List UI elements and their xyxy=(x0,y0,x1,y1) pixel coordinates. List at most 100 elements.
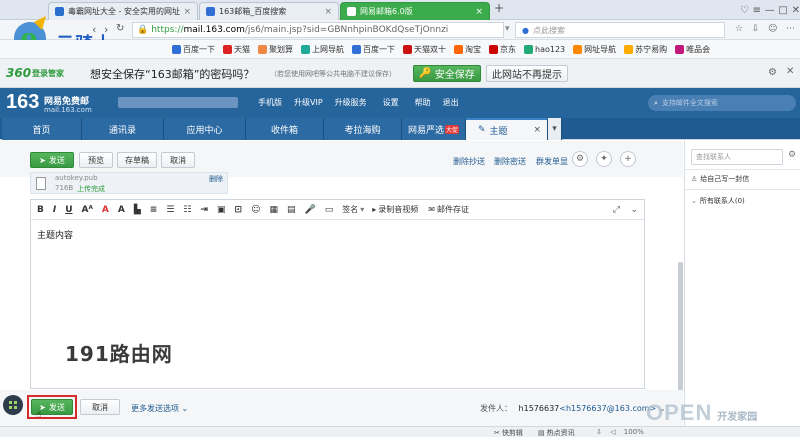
template-icon[interactable]: ▤ xyxy=(287,205,296,215)
expand-icon[interactable]: ⤢ xyxy=(613,205,620,215)
tab-home[interactable]: 首页 xyxy=(2,118,82,140)
header-link[interactable]: 升级服务 xyxy=(335,97,367,108)
dropdown-icon[interactable]: ▾ xyxy=(505,24,510,34)
header-link[interactable]: 退出 xyxy=(443,97,459,108)
scrollbar[interactable] xyxy=(678,262,683,392)
card-icon[interactable]: ▭ xyxy=(325,205,334,215)
more-icon[interactable]: ⋯ xyxy=(786,24,795,34)
unordered-list-icon[interactable]: ☷ xyxy=(183,205,191,215)
collapse-icon[interactable]: ⌄ xyxy=(630,205,638,215)
add-contact-icon[interactable]: + xyxy=(620,151,636,167)
maximize-icon[interactable]: □ xyxy=(778,5,787,16)
email-deposit-button[interactable]: 邮件存证 xyxy=(437,204,469,215)
message-editor[interactable]: B I U Aᴬ A A ▙ ≡ ☰ ☷ ⇥ ▣ ⊡ ☺ ▦ ▤ 🎤 ▭ 签名 … xyxy=(30,199,645,389)
bookmark-item[interactable]: 百度一下 xyxy=(172,44,215,55)
video-record-button[interactable]: 录制音视频 xyxy=(378,204,418,215)
bookmark-item[interactable]: 网址导航 xyxy=(573,44,616,55)
remove-bcc-link[interactable]: 删除密送 xyxy=(494,156,526,167)
tab-close-icon[interactable]: × xyxy=(324,7,332,17)
tab-contacts[interactable]: 通讯录 xyxy=(82,118,164,140)
clear-format-icon[interactable]: ▙ xyxy=(134,205,141,215)
indent-icon[interactable]: ⇥ xyxy=(200,205,208,215)
preview-button[interactable]: 预览 xyxy=(79,152,113,168)
bookmark-item[interactable]: 上网导航 xyxy=(301,44,344,55)
browser-tab-2[interactable]: 163邮箱_百度搜索 × xyxy=(199,2,339,20)
menu-icon[interactable]: ≡ xyxy=(753,5,761,16)
bookmark-item[interactable]: hao123 xyxy=(524,44,565,54)
bookmark-item[interactable]: 京东 xyxy=(489,44,516,55)
header-link[interactable]: 手机版 xyxy=(258,97,282,108)
ordered-list-icon[interactable]: ☰ xyxy=(166,205,174,215)
align-icon[interactable]: ≡ xyxy=(150,205,158,215)
shirt-icon[interactable]: ♡ xyxy=(740,5,749,16)
header-link[interactable]: 升级VIP xyxy=(294,97,323,108)
remove-cc-link[interactable]: 删除抄送 xyxy=(453,156,485,167)
browser-tab-3[interactable]: 网易邮箱6.0版 × xyxy=(340,2,490,20)
cancel-button[interactable]: 取消 xyxy=(161,152,195,168)
new-tab-button[interactable]: + xyxy=(494,1,504,15)
settings-gear-icon[interactable]: ⚙ xyxy=(788,150,796,160)
apps-grid-icon[interactable] xyxy=(3,395,23,415)
microphone-icon[interactable]: 🎤 xyxy=(305,205,316,215)
bookmark-item[interactable]: 苏宁易购 xyxy=(624,44,667,55)
write-self-link[interactable]: ♙ 给自己写一封信 xyxy=(691,174,749,184)
settings-icon[interactable]: ⚙ xyxy=(572,151,588,167)
header-link[interactable]: 设置 xyxy=(383,97,399,108)
bottom-cancel-button[interactable]: 取消 xyxy=(80,399,120,415)
bookmark-item[interactable]: 淘宝 xyxy=(454,44,481,55)
download-icon[interactable]: ⇩ xyxy=(752,24,760,34)
save-draft-button[interactable]: 存草稿 xyxy=(117,152,157,168)
zoom-level[interactable]: 100% xyxy=(624,428,644,436)
close-bar-icon[interactable]: ✕ xyxy=(786,66,794,77)
send-icon: ➤ xyxy=(39,155,46,165)
mail-search-input[interactable]: ⌕ 支持邮件全文搜索 xyxy=(648,95,796,111)
gear-icon[interactable]: ✦ xyxy=(596,151,612,167)
tab-compose-active[interactable]: ✎ 主题 × xyxy=(466,118,548,140)
tab-app-center[interactable]: 应用中心 xyxy=(164,118,246,140)
tab-inbox[interactable]: 收件箱 xyxy=(246,118,324,140)
bookmark-item[interactable]: 唯品会 xyxy=(675,44,710,55)
font-size-icon[interactable]: Aᴬ xyxy=(82,205,93,215)
attachment-delete-link[interactable]: 删除 xyxy=(209,174,223,184)
underline-icon[interactable]: U xyxy=(65,205,72,215)
write-self-label: 给自己写一封信 xyxy=(700,175,750,183)
tab-yanxuan[interactable]: 网易严选 大促 xyxy=(402,118,466,140)
image-icon[interactable]: ▣ xyxy=(217,205,226,215)
tab-close-icon[interactable]: × xyxy=(533,125,541,135)
italic-icon[interactable]: I xyxy=(53,205,56,215)
sender-email[interactable]: <h1576637@163.com> xyxy=(559,404,656,413)
screenshot-icon[interactable]: ⊡ xyxy=(235,205,243,215)
signature-button[interactable]: 签名 xyxy=(342,204,358,215)
table-icon[interactable]: ▦ xyxy=(269,205,278,215)
tab-close-icon[interactable]: × xyxy=(475,7,483,17)
send-button[interactable]: ➤ 发送 xyxy=(30,152,74,168)
tab-kaola[interactable]: 考拉海购 xyxy=(324,118,402,140)
minimize-icon[interactable]: — xyxy=(765,5,775,16)
close-window-icon[interactable]: ✕ xyxy=(792,5,800,16)
bold-icon[interactable]: B xyxy=(37,205,44,215)
never-remind-button[interactable]: 此网站不再提示 xyxy=(486,65,568,82)
url-field[interactable]: 🔒 https:// mail.163.com /js6/main.jsp?si… xyxy=(132,22,504,38)
download-icon[interactable]: ⇩ xyxy=(596,428,602,436)
tab-close-icon[interactable]: × xyxy=(183,7,191,17)
font-color-icon[interactable]: A xyxy=(102,205,109,215)
bookmark-item[interactable]: 天猫 xyxy=(223,44,250,55)
highlight-icon[interactable]: A xyxy=(118,205,125,215)
chevron-down-icon[interactable]: ▾ xyxy=(360,205,364,214)
header-link[interactable]: 帮助 xyxy=(415,97,431,108)
speaker-icon[interactable]: ◁ xyxy=(610,428,615,436)
user-icon[interactable]: ☺ xyxy=(768,24,777,34)
more-send-options-link[interactable]: 更多发送选项 ⌄ xyxy=(131,403,188,414)
all-contacts-group[interactable]: ⌄ 所有联系人(0) xyxy=(691,196,745,206)
tabs-dropdown-icon[interactable]: ▾ xyxy=(548,118,562,140)
star-icon[interactable]: ☆ xyxy=(735,24,743,34)
settings-gear-icon[interactable]: ⚙ xyxy=(768,67,777,78)
contact-search-input[interactable]: 查找联系人 xyxy=(691,149,783,165)
separate-send-link[interactable]: 群发单显 xyxy=(536,156,568,167)
browser-search-box[interactable]: ● 点此搜索 xyxy=(515,22,725,38)
bookmark-item[interactable]: 聚划算 xyxy=(258,44,293,55)
safe-save-button[interactable]: 🔑 安全保存 xyxy=(413,65,481,82)
bookmark-item[interactable]: 天猫双十 xyxy=(403,44,446,55)
bookmark-item[interactable]: 百度一下 xyxy=(352,44,395,55)
emoji-icon[interactable]: ☺ xyxy=(251,205,260,215)
